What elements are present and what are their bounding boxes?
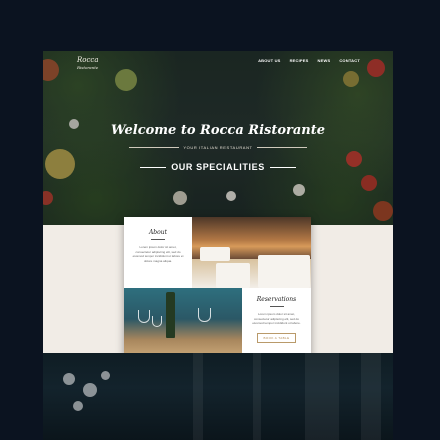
about-heading: About xyxy=(148,229,168,236)
specialities-section xyxy=(43,353,393,440)
decor-pillar xyxy=(193,353,203,440)
specialities-title-text: OUR SPECIALITIES xyxy=(171,162,265,172)
book-table-button[interactable]: BOOK A TABLE xyxy=(257,332,296,343)
wine-glass xyxy=(138,310,150,323)
divider xyxy=(269,167,296,169)
website-mockup: Rocca Ristorante ABOUT US RECIPES NEWS C… xyxy=(43,51,393,440)
table-cloth xyxy=(200,247,230,261)
reservations-heading: Reservations xyxy=(256,296,297,303)
nav-item-about[interactable]: ABOUT US xyxy=(258,58,281,63)
nav-item-contact[interactable]: CONTACT xyxy=(339,58,360,63)
divider xyxy=(129,147,180,149)
divider xyxy=(256,147,307,149)
logo[interactable]: Rocca Ristorante xyxy=(77,57,99,71)
dining-room-photo xyxy=(192,217,311,288)
wine-bottle xyxy=(166,292,175,338)
about-block: About Lorem ipsum dolor sit amet, consec… xyxy=(124,217,192,288)
wine-glass xyxy=(198,308,211,322)
flower-decoration xyxy=(73,401,83,411)
wine-table-photo xyxy=(124,288,242,357)
decor-pillar xyxy=(253,353,261,440)
table-cloth xyxy=(216,263,250,288)
nav-item-news[interactable]: NEWS xyxy=(318,58,331,63)
divider xyxy=(140,167,167,169)
tagline-text: YOUR ITALIAN RESTAURANT xyxy=(183,145,253,150)
wine-glass xyxy=(152,316,162,327)
logo-name: Rocca xyxy=(77,56,99,64)
hero-section: Rocca Ristorante ABOUT US RECIPES NEWS C… xyxy=(43,51,393,225)
hero-title: Welcome to Rocca Ristorante xyxy=(110,123,326,138)
logo-sub: Ristorante xyxy=(77,65,99,70)
divider xyxy=(269,306,284,307)
hero-overlay xyxy=(43,51,393,225)
flower-decoration xyxy=(63,373,75,385)
decor-pillar xyxy=(305,353,339,440)
specialities-title: OUR SPECIALITIES xyxy=(43,162,393,172)
flower-decoration xyxy=(101,371,110,380)
hero-tagline: YOUR ITALIAN RESTAURANT xyxy=(43,145,393,150)
reservations-block: Reservations Lorem ipsum dolor sit amet,… xyxy=(242,288,311,357)
nav-item-recipes[interactable]: RECIPES xyxy=(290,58,309,63)
main-nav: ABOUT US RECIPES NEWS CONTACT xyxy=(258,58,360,63)
flower-decoration xyxy=(83,383,97,397)
divider xyxy=(151,239,165,240)
decor-pillar xyxy=(361,353,381,440)
table-cloth xyxy=(258,255,310,288)
about-body: Lorem ipsum dolor sit amet, consectetur … xyxy=(132,245,184,263)
reservations-body: Lorem ipsum dolor sit amet, consectetur … xyxy=(252,312,301,326)
info-card: About Lorem ipsum dolor sit amet, consec… xyxy=(124,217,311,357)
